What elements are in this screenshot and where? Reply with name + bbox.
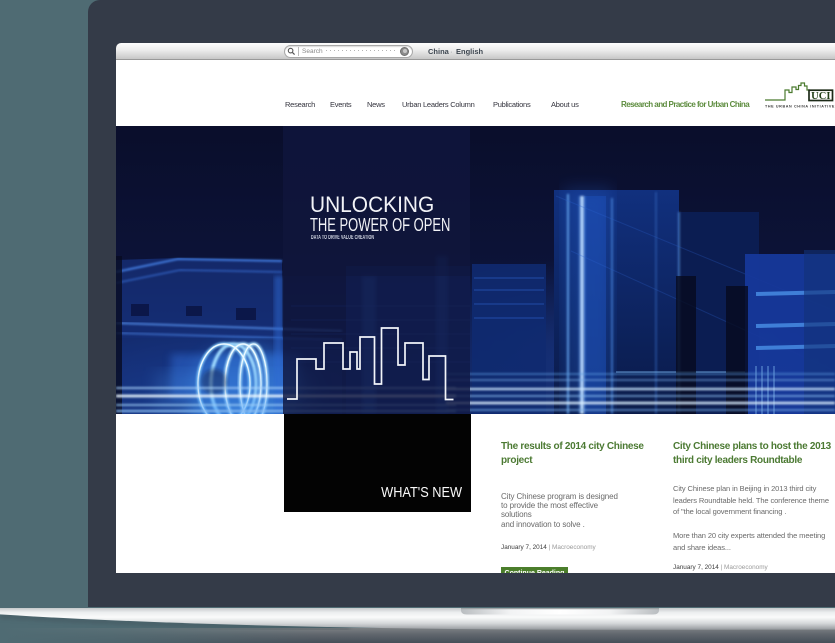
svg-text:UCI: UCI bbox=[811, 91, 830, 102]
svg-text:THE URBAN CHINA INITIATIVE: THE URBAN CHINA INITIATIVE bbox=[765, 105, 835, 109]
